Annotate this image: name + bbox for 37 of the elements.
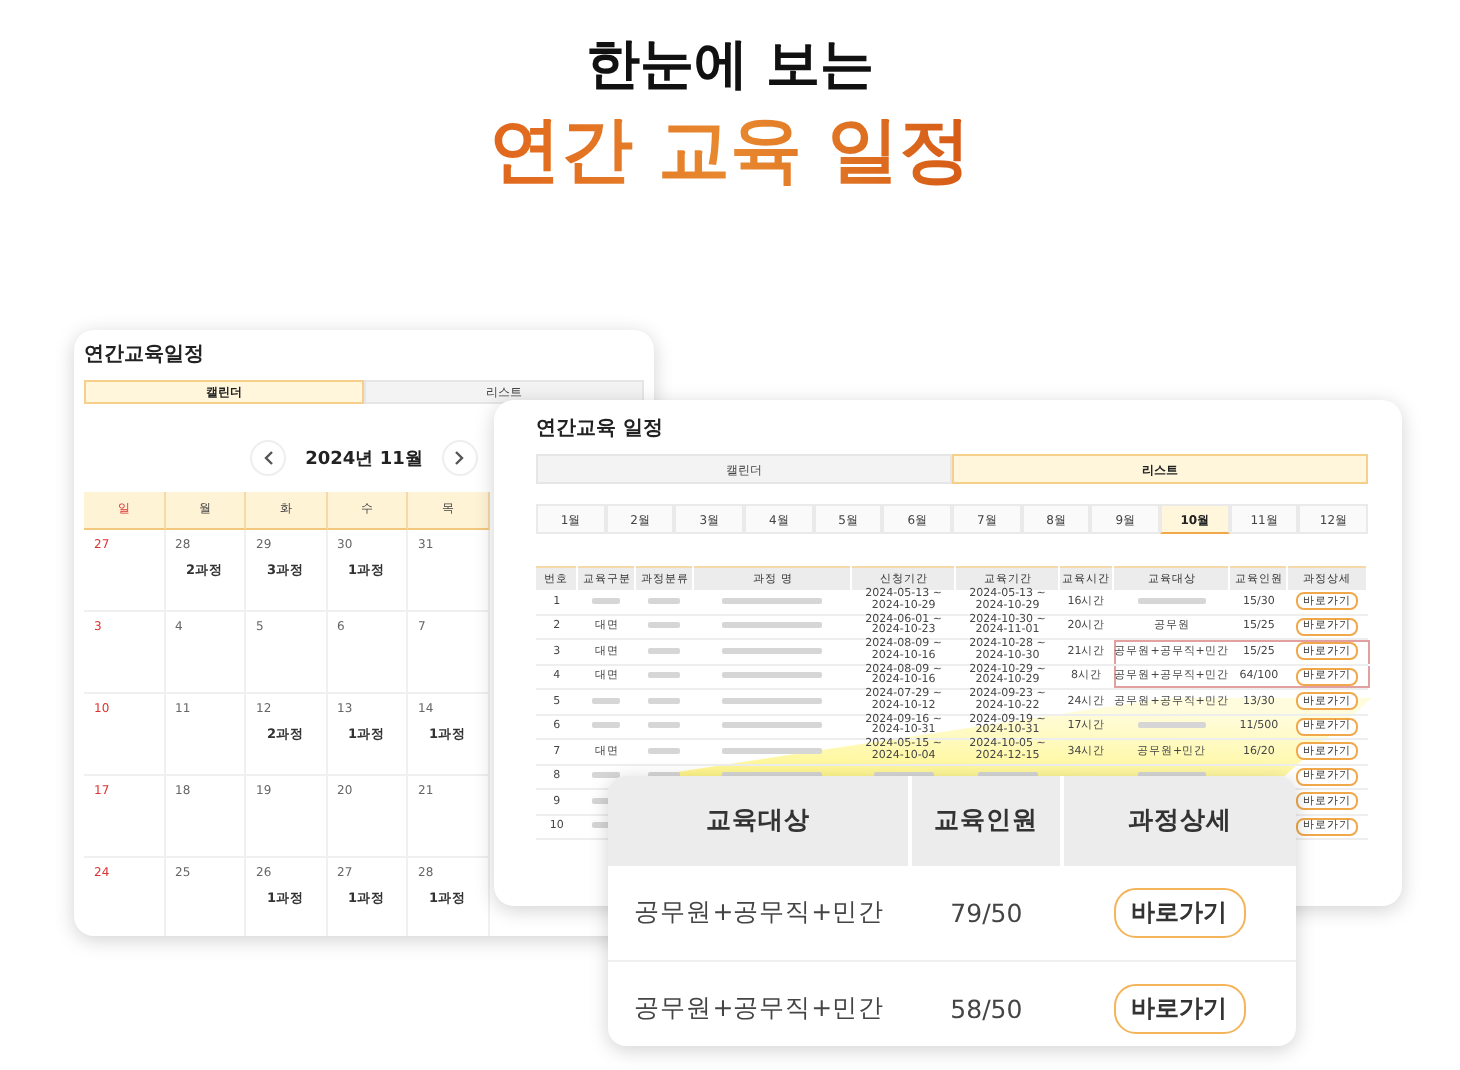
illegible-text [648, 747, 681, 754]
table-cell: 79/50 [950, 898, 1023, 928]
previous-month-button[interactable] [249, 440, 286, 476]
illegible-text [592, 597, 621, 604]
illegible-text [648, 647, 681, 654]
column-header: 과정상세 [1128, 804, 1233, 834]
illegible-text [722, 697, 823, 704]
illegible-text [648, 622, 681, 629]
chevron-right-icon [454, 450, 467, 466]
illegible-text [592, 697, 621, 704]
illegible-text [722, 672, 823, 679]
table-cell: 58/50 [950, 994, 1023, 1024]
illegible-text [648, 672, 681, 679]
detail-button[interactable]: 바로가기 [1113, 984, 1246, 1034]
detail-button[interactable]: 바로가기 [1113, 888, 1246, 938]
illegible-text [722, 722, 823, 729]
illegible-text [648, 697, 681, 704]
next-month-button[interactable] [442, 440, 479, 476]
column-header: 교육대상 [706, 804, 811, 834]
illegible-text [722, 747, 823, 754]
illegible-text [592, 772, 621, 779]
illegible-text [1137, 597, 1206, 604]
illegible-text [722, 597, 823, 604]
illegible-text [722, 622, 823, 629]
month-label: 2024년 11월 [305, 447, 423, 471]
illegible-text [648, 597, 681, 604]
table-cell: 공무원+공무직+민간 [634, 992, 885, 1022]
headline: 한눈에 보는 [585, 32, 875, 100]
window-title: 연간교육 일정 [536, 416, 665, 442]
illegible-text [1137, 722, 1206, 729]
chevron-left-icon [261, 450, 274, 466]
table-cell: 공무원+공무직+민간 [634, 896, 885, 926]
illegible-text [592, 722, 621, 729]
illegible-text [722, 647, 823, 654]
illegible-text [648, 722, 681, 729]
column-header: 교육인원 [934, 804, 1039, 834]
window-title: 연간교육일정 [84, 342, 206, 368]
